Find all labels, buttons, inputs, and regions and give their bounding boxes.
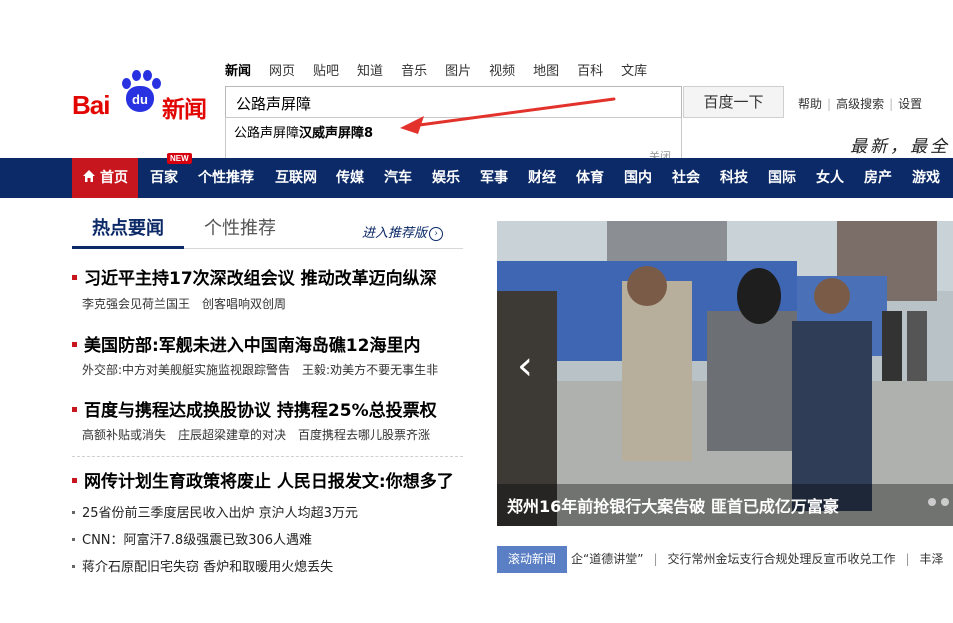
- headline-1[interactable]: 习近平主持17次深改组会议 推动改革迈向纵深: [72, 264, 437, 289]
- headline-marker-icon: [72, 407, 77, 412]
- suggest-bold: 汉威声屏障8: [299, 126, 374, 141]
- search-input[interactable]: [234, 88, 678, 118]
- headline-4[interactable]: 网传计划生育政策将废止 人民日报发文:你想多了: [72, 467, 454, 492]
- nav-item-military[interactable]: 军事: [480, 158, 508, 198]
- main-navbar: 首页 百家 个性推荐 互联网 传媒 汽车 娱乐 军事 财经 体育 国内 社会 科…: [0, 158, 953, 198]
- suggest-item[interactable]: 公路声屏障汉威声屏障8: [234, 122, 373, 141]
- list-item-text: CNN：阿富汗7.8级强震已致306人遇难: [82, 533, 313, 548]
- slide-caption[interactable]: 郑州16年前抢银行大案告破 匪首已成亿万富豪: [507, 493, 839, 517]
- headline-marker-icon: [72, 342, 77, 347]
- topnav-web[interactable]: 网页: [269, 60, 295, 79]
- paw-icon: du: [120, 70, 161, 114]
- subline-2: 外交部:中方对美舰艇实施监视跟踪警告 王毅:劝美方不要无事生非: [82, 361, 450, 378]
- nav-item-games[interactable]: 游戏: [912, 158, 940, 198]
- prev-slide-button[interactable]: ‹: [517, 346, 533, 386]
- topnav-video[interactable]: 视频: [489, 60, 515, 79]
- top-gap: [0, 0, 953, 38]
- tab-recommend[interactable]: 个性推荐: [204, 212, 276, 246]
- headline-2[interactable]: 美国防部:军舰未进入中国南海岛礁12海里内: [72, 331, 420, 356]
- nav-home-label: 首页: [100, 170, 128, 186]
- list-item[interactable]: CNN：阿富汗7.8级强震已致306人遇难: [72, 529, 312, 548]
- nav-item-media[interactable]: 传媒: [336, 158, 364, 198]
- ticker-item[interactable]: 企“道德讲堂”: [571, 552, 643, 566]
- enter-recommend-link[interactable]: 进入推荐版 ›: [362, 222, 444, 241]
- sub-link[interactable]: 百度携程去哪儿股票齐涨: [298, 428, 430, 442]
- list-item[interactable]: 蒋介石原配旧宅失窃 香炉和取暖用火熄丢失: [72, 556, 333, 575]
- logo-bai: Bai: [72, 90, 110, 120]
- topnav-images[interactable]: 图片: [445, 60, 471, 79]
- rolling-news-ticker: 滚动新闻 企“道德讲堂” | 交行常州金坛支行合规处理反宣币收兑工作 | 丰泽: [497, 546, 953, 573]
- bullet-icon: [72, 511, 75, 514]
- subline-1: 李克强会见荷兰国王 创客唱响双创周: [82, 295, 298, 312]
- sub-link[interactable]: 王毅:劝美方不要无事生非: [302, 363, 438, 377]
- sub-link[interactable]: 外交部:中方对美舰艇实施监视跟踪警告: [82, 363, 290, 377]
- headline-title: 网传计划生育政策将废止 人民日报发文:你想多了: [84, 472, 454, 492]
- news-slideshow[interactable]: ‹ 郑州16年前抢银行大案告破 匪首已成亿万富豪: [497, 221, 953, 526]
- logo-xinwen: 新闻: [162, 97, 207, 123]
- headline-3[interactable]: 百度与携程达成换股协议 持携程25%总投票权: [72, 396, 437, 421]
- slide-dot[interactable]: [928, 498, 936, 506]
- slide-dots: [923, 491, 949, 510]
- ticker-item[interactable]: 丰泽: [920, 552, 944, 566]
- topnav-tieba[interactable]: 贴吧: [313, 60, 339, 79]
- headline-title: 百度与携程达成换股协议 持携程25%总投票权: [84, 401, 437, 421]
- headline-title: 习近平主持17次深改组会议 推动改革迈向纵深: [84, 269, 437, 289]
- logo-du: du: [126, 86, 154, 112]
- nav-item-auto[interactable]: 汽车: [384, 158, 412, 198]
- sub-link[interactable]: 高额补贴或消失: [82, 428, 166, 442]
- nav-item-internet[interactable]: 互联网: [275, 158, 317, 198]
- home-icon: [83, 170, 95, 182]
- enter-recommend-label: 进入推荐版: [362, 226, 428, 241]
- headline-title: 美国防部:军舰未进入中国南海岛礁12海里内: [84, 336, 421, 356]
- slogan: 最新，最全: [850, 137, 950, 157]
- list-item[interactable]: 25省份前三季度居民收入出炉 京沪人均超3万元: [72, 502, 358, 521]
- nav-item-domestic[interactable]: 国内: [624, 158, 652, 198]
- bullet-icon: [72, 565, 75, 568]
- bullet-icon: [72, 538, 75, 541]
- topnav-baike[interactable]: 百科: [577, 60, 603, 79]
- sub-link[interactable]: 庄辰超梁建章的对决: [178, 428, 286, 442]
- slide-dot[interactable]: [941, 498, 949, 506]
- list-item-text: 25省份前三季度居民收入出炉 京沪人均超3万元: [82, 506, 358, 521]
- nav-item-house[interactable]: 房产: [864, 158, 892, 198]
- chevron-right-icon: ›: [429, 227, 444, 241]
- search-button[interactable]: 百度一下: [683, 86, 784, 118]
- headline-marker-icon: [72, 275, 77, 280]
- nav-item-society[interactable]: 社会: [672, 158, 700, 198]
- ticker-item[interactable]: 交行常州金坛支行合规处理反宣币收兑工作: [667, 552, 895, 566]
- headline-marker-icon: [72, 478, 77, 483]
- list-item-text: 蒋介石原配旧宅失窃 香炉和取暖用火熄丢失: [82, 560, 334, 575]
- topnav-music[interactable]: 音乐: [401, 60, 427, 79]
- search-box: [225, 86, 682, 118]
- slide-photo: [497, 221, 953, 526]
- tab-hot-news[interactable]: 热点要闻: [72, 212, 184, 249]
- nav-item-recommend[interactable]: 个性推荐: [198, 158, 254, 198]
- sub-link[interactable]: 李克强会见荷兰国王: [82, 297, 190, 311]
- topnav-wenku[interactable]: 文库: [621, 60, 647, 79]
- topnav-map[interactable]: 地图: [533, 60, 559, 79]
- baidu-news-logo[interactable]: Bai du 新闻: [72, 70, 222, 123]
- settings-link[interactable]: 设置: [898, 97, 922, 111]
- new-badge: NEW: [167, 153, 192, 164]
- topnav-news[interactable]: 新闻: [225, 60, 251, 79]
- nav-item-ent[interactable]: 娱乐: [432, 158, 460, 198]
- subline-3: 高额补贴或消失 庄辰超梁建章的对决 百度携程去哪儿股票齐涨: [82, 426, 442, 443]
- section-divider: [72, 456, 463, 457]
- nav-item-women[interactable]: 女人: [816, 158, 844, 198]
- nav-home[interactable]: 首页: [72, 158, 138, 198]
- ticker-label: 滚动新闻: [497, 546, 567, 573]
- suggest-prefix: 公路声屏障: [234, 126, 300, 141]
- nav-item-world[interactable]: 国际: [768, 158, 796, 198]
- ticker-text: 企“道德讲堂” | 交行常州金坛支行合规处理反宣币收兑工作 | 丰泽: [571, 552, 944, 566]
- sub-link[interactable]: 创客唱响双创周: [202, 297, 286, 311]
- nav-item-baijia[interactable]: 百家: [150, 158, 178, 198]
- top-nav: 新闻 网页 贴吧 知道 音乐 图片 视频 地图 百科 文库: [225, 60, 665, 79]
- nav-item-sports[interactable]: 体育: [576, 158, 604, 198]
- top-links: 帮助 | 高级搜索 | 设置: [798, 97, 923, 111]
- nav-item-tech[interactable]: 科技: [720, 158, 748, 198]
- nav-item-finance[interactable]: 财经: [528, 158, 556, 198]
- help-link[interactable]: 帮助: [798, 97, 822, 111]
- topnav-zhidao[interactable]: 知道: [357, 60, 383, 79]
- advanced-search-link[interactable]: 高级搜索: [836, 97, 884, 111]
